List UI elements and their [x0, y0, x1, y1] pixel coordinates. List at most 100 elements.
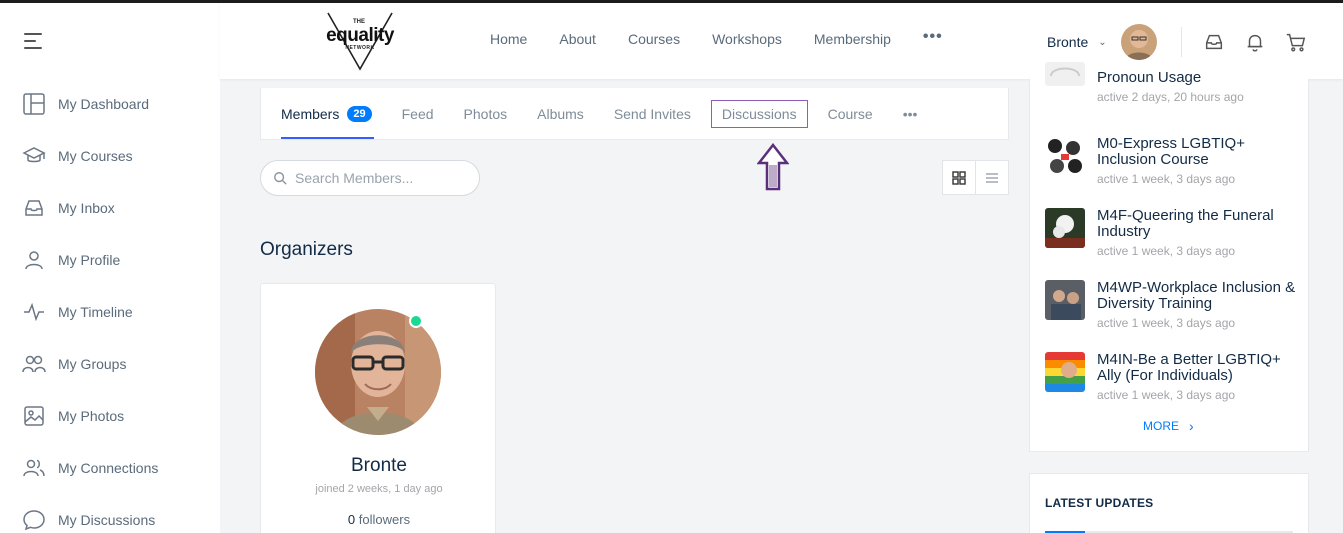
sidebar-item-label: My Discussions — [58, 512, 156, 528]
sidebar-item-dashboard[interactable]: My Dashboard — [0, 78, 220, 130]
group-thumbnail — [1045, 280, 1085, 320]
group-title[interactable]: M4F-Queering the Funeral Industry — [1097, 208, 1305, 240]
member-name[interactable]: Bronte — [261, 455, 497, 477]
sidebar-item-label: My Groups — [58, 356, 127, 372]
group-thumbnail — [1045, 352, 1085, 392]
main-menu: Home About Courses Workshops Membership … — [490, 28, 975, 47]
sidebar-item-label: My Dashboard — [58, 96, 150, 112]
group-activity: active 1 week, 3 days ago — [1097, 388, 1236, 402]
sidebar-item-inbox[interactable]: My Inbox — [0, 182, 220, 234]
list-item[interactable]: M4IN-Be a Better LGBTIQ+ Ally (For Indiv… — [1045, 352, 1305, 402]
user-menu[interactable]: Bronte ⌄ — [1047, 24, 1157, 60]
member-card: Bronte joined 2 weeks, 1 day ago 0 follo… — [260, 283, 496, 533]
dashboard-icon — [23, 93, 45, 115]
inbox-icon[interactable] — [1203, 31, 1225, 53]
chevron-right-icon: › — [1189, 418, 1194, 434]
tab-members[interactable]: Members 29 — [281, 106, 374, 139]
chevron-down-icon: ⌄ — [1098, 36, 1107, 48]
search-members-input[interactable] — [295, 170, 465, 186]
menu-item-membership[interactable]: Membership — [814, 31, 891, 47]
member-joined-date: joined 2 weeks, 1 day ago — [315, 483, 443, 495]
list-item[interactable]: M4F-Queering the Funeral Industry active… — [1045, 208, 1305, 258]
menu-item-workshops[interactable]: Workshops — [712, 31, 782, 47]
sidebar-item-label: My Inbox — [58, 200, 115, 216]
view-toggle — [942, 160, 1009, 195]
grid-view-button[interactable] — [943, 161, 976, 194]
group-activity: active 1 week, 3 days ago — [1097, 316, 1236, 330]
header-divider — [1181, 27, 1182, 57]
latest-updates-title: LATEST UPDATES — [1045, 496, 1154, 510]
group-thumbnail — [1045, 136, 1085, 176]
user-name: Bronte — [1047, 34, 1089, 50]
connections-icon — [23, 459, 45, 477]
sidebar-item-label: My Timeline — [58, 304, 133, 320]
menu-item-home[interactable]: Home — [490, 31, 527, 47]
tab-photos[interactable]: Photos — [464, 106, 508, 122]
sidebar-item-timeline[interactable]: My Timeline — [0, 286, 220, 338]
menu-item-courses[interactable]: Courses — [628, 31, 680, 47]
activity-icon — [24, 302, 44, 322]
online-status-dot — [409, 314, 423, 328]
tab-discussions[interactable]: Discussions — [710, 100, 808, 128]
grid-icon — [952, 170, 966, 185]
site-header: THE equality NETWORK Home About Courses … — [220, 3, 1343, 79]
left-sidebar: My Dashboard My Courses My Inbox My Prof… — [0, 3, 220, 533]
sidebar-item-groups[interactable]: My Groups — [0, 338, 220, 390]
group-activity: active 1 week, 3 days ago — [1097, 244, 1236, 258]
tab-albums[interactable]: Albums — [537, 106, 584, 122]
group-title[interactable]: M4IN-Be a Better LGBTIQ+ Ally (For Indiv… — [1097, 352, 1305, 384]
more-label: MORE — [1143, 419, 1179, 433]
list-item[interactable]: M4WP-Workplace Inclusion & Diversity Tra… — [1045, 280, 1305, 330]
group-title[interactable]: Pronoun Usage — [1097, 70, 1244, 86]
tab-send-invites[interactable]: Send Invites — [614, 106, 691, 122]
menu-more-icon[interactable]: ••• — [923, 28, 943, 47]
groups-widget: Pronoun Usage active 2 days, 20 hours ag… — [1029, 62, 1309, 452]
followers-label: followers — [355, 512, 411, 527]
sidebar-item-profile[interactable]: My Profile — [0, 234, 220, 286]
annotation-up-arrow-icon — [757, 143, 789, 191]
tabs-more-icon[interactable]: ••• — [903, 106, 918, 122]
group-activity: active 2 days, 20 hours ago — [1097, 90, 1244, 104]
sidebar-item-label: My Courses — [58, 148, 133, 164]
group-title[interactable]: M4WP-Workplace Inclusion & Diversity Tra… — [1097, 280, 1305, 312]
tab-label: Members — [281, 106, 340, 122]
list-item[interactable]: Pronoun Usage active 2 days, 20 hours ag… — [1045, 62, 1305, 104]
user-icon — [25, 251, 43, 270]
member-search — [260, 160, 480, 196]
cart-icon[interactable] — [1285, 31, 1307, 53]
graduation-cap-icon — [22, 147, 46, 163]
bell-icon[interactable] — [1244, 31, 1266, 53]
sidebar-item-photos[interactable]: My Photos — [0, 390, 220, 442]
list-icon — [985, 172, 998, 183]
organizers-heading: Organizers — [260, 239, 353, 260]
sidebar-item-discussions[interactable]: My Discussions — [0, 494, 220, 533]
member-avatar[interactable] — [315, 309, 441, 435]
equality-network-logo[interactable]: THE equality NETWORK — [320, 9, 400, 71]
group-thumbnail — [1045, 208, 1085, 248]
sidebar-item-connections[interactable]: My Connections — [0, 442, 220, 494]
more-groups-link[interactable]: MORE › — [1143, 418, 1194, 434]
tab-course[interactable]: Course — [828, 106, 873, 122]
image-icon — [24, 406, 44, 426]
group-tabs: Members 29 Feed Photos Albums Send Invit… — [260, 88, 1009, 140]
group-activity: active 1 week, 3 days ago — [1097, 172, 1236, 186]
sidebar-item-label: My Profile — [58, 252, 121, 268]
sidebar-nav: My Dashboard My Courses My Inbox My Prof… — [0, 78, 220, 533]
latest-updates-widget: LATEST UPDATES — [1029, 473, 1309, 533]
logo-bottom-text: NETWORK — [345, 45, 375, 51]
sidebar-item-label: My Photos — [58, 408, 125, 424]
menu-toggle-icon[interactable] — [24, 33, 44, 49]
menu-item-about[interactable]: About — [559, 31, 596, 47]
chat-icon — [23, 510, 45, 531]
tab-feed[interactable]: Feed — [402, 106, 434, 122]
list-item[interactable]: M0-Express LGBTIQ+ Inclusion Course acti… — [1045, 136, 1305, 186]
group-thumbnail — [1045, 62, 1085, 86]
sidebar-item-courses[interactable]: My Courses — [0, 130, 220, 182]
member-followers: 0 followers — [261, 512, 497, 527]
list-view-button[interactable] — [976, 161, 1009, 194]
user-avatar[interactable] — [1120, 24, 1157, 60]
groups-icon — [22, 355, 46, 373]
sidebar-item-label: My Connections — [58, 460, 159, 476]
group-title[interactable]: M0-Express LGBTIQ+ Inclusion Course — [1097, 136, 1305, 168]
search-icon — [274, 172, 287, 185]
